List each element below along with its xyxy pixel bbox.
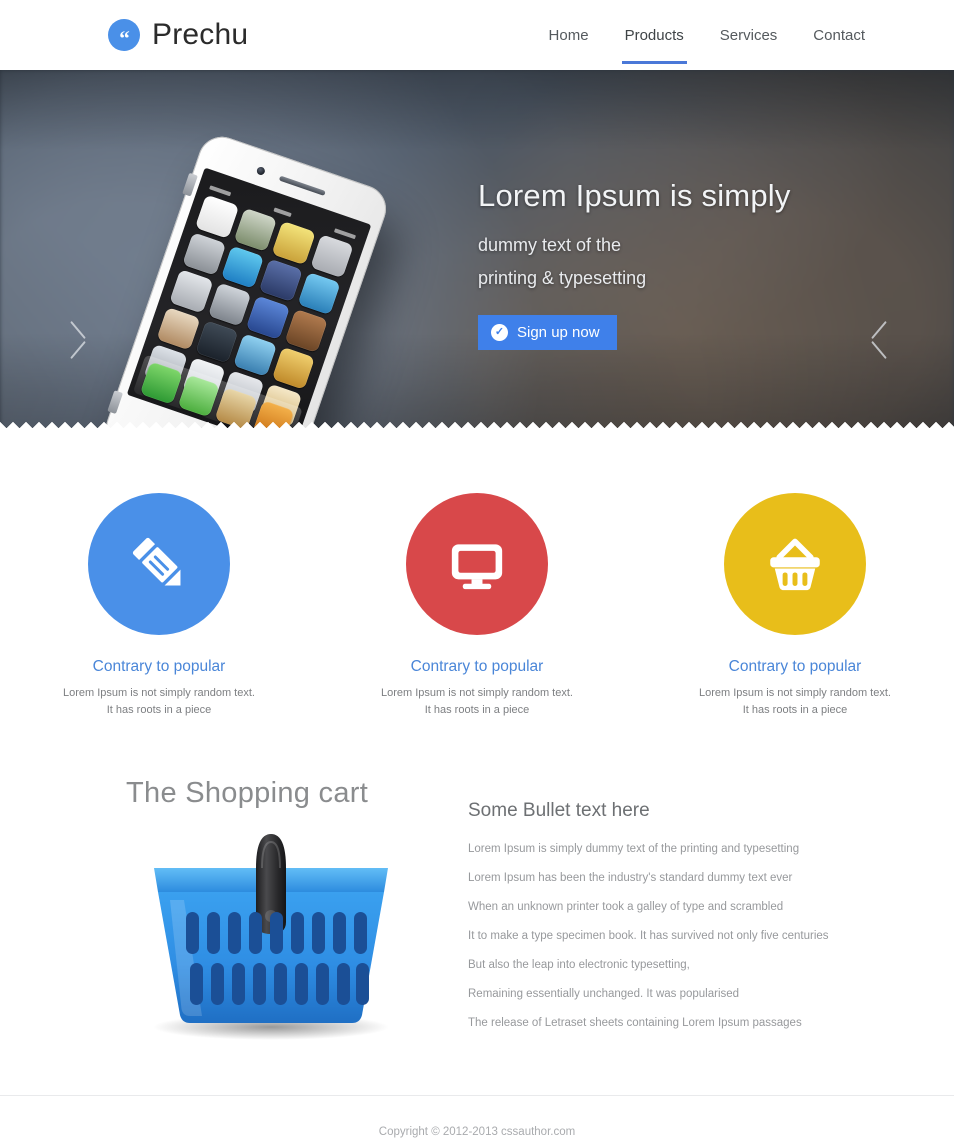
feature-text-2-line-1: Lorem Ipsum is not simply random text. xyxy=(381,686,573,699)
features-section: Contrary to popular Lorem Ipsum is not s… xyxy=(0,435,954,719)
bullet-item: But also the leap into electronic typese… xyxy=(468,958,690,971)
hero-carousel: Lorem Ipsum is simply dummy text of the … xyxy=(0,70,954,435)
zigzag-divider xyxy=(0,422,954,435)
bullet-item: Lorem Ipsum has been the industry's stan… xyxy=(468,871,793,884)
bullet-item: Remaining essentially unchanged. It was … xyxy=(468,987,740,1000)
shopping-cart-left: The Shopping cart xyxy=(0,776,420,1047)
hero-title: Lorem Ipsum is simply xyxy=(478,178,791,213)
brand-name: Prechu xyxy=(152,18,249,51)
feature-card-3: Contrary to popular Lorem Ipsum is not s… xyxy=(636,493,954,719)
shopping-cart-heading: The Shopping cart xyxy=(126,776,369,809)
feature-text-2-line-2: It has roots in a piece xyxy=(424,703,530,716)
quote-glyph: “ xyxy=(119,26,129,50)
hero-subtitle-line-2: printing & typesetting xyxy=(478,267,647,288)
shopping-basket-image xyxy=(126,830,416,1045)
main-navigation: Home Products Services Contact xyxy=(546,0,868,70)
bullet-list-block: Some Bullet text here Lorem Ipsum is sim… xyxy=(420,779,829,1047)
bullet-item: The release of Letraset sheets containin… xyxy=(468,1016,802,1029)
feature-text-1-line-1: Lorem Ipsum is not simply random text. xyxy=(63,686,255,699)
brand-logo[interactable]: “ Prechu xyxy=(108,19,248,51)
bullet-item: Lorem Ipsum is simply dummy text of the … xyxy=(468,842,800,855)
feature-text-3-line-2: It has roots in a piece xyxy=(742,703,848,716)
nav-item-home[interactable]: Home xyxy=(546,6,592,64)
check-circle-icon: ✓ xyxy=(491,324,508,342)
bullet-item: It to make a type specimen book. It has … xyxy=(468,929,829,942)
bullet-item: When an unknown printer took a galley of… xyxy=(468,900,784,913)
nav-item-contact[interactable]: Contact xyxy=(810,6,868,64)
quote-icon: “ xyxy=(108,19,140,51)
feature-title-2: Contrary to popular xyxy=(410,658,544,675)
feature-title-1: Contrary to popular xyxy=(92,658,226,675)
hero-subtitle-line-1: dummy text of the xyxy=(478,234,622,255)
chevron-left-icon[interactable] xyxy=(68,318,94,362)
hero-copy: Lorem Ipsum is simply dummy text of the … xyxy=(478,178,898,351)
nav-item-products[interactable]: Products xyxy=(621,6,687,64)
sign-up-button[interactable]: ✓ Sign up now xyxy=(478,315,617,351)
chevron-right-icon[interactable] xyxy=(866,318,892,362)
phone-screen xyxy=(126,167,372,435)
bullet-list-heading: Some Bullet text here xyxy=(468,799,650,821)
feature-title-3: Contrary to popular xyxy=(728,658,862,675)
pencil-icon xyxy=(88,493,230,635)
sign-up-button-label: Sign up now xyxy=(517,324,600,342)
site-footer: Copyright © 2012-2013 cssauthor.com xyxy=(0,1095,954,1146)
feature-card-1: Contrary to popular Lorem Ipsum is not s… xyxy=(0,493,318,719)
feature-card-2: Contrary to popular Lorem Ipsum is not s… xyxy=(318,493,636,719)
site-header: “ Prechu Home Products Services Contact xyxy=(0,0,954,70)
copyright-text: Copyright © 2012-2013 cssauthor.com xyxy=(378,1126,576,1139)
feature-text-1-line-2: It has roots in a piece xyxy=(106,703,212,716)
feature-text-3-line-1: Lorem Ipsum is not simply random text. xyxy=(699,686,891,699)
basket-icon xyxy=(724,493,866,635)
shopping-cart-section: The Shopping cart Some Bullet text here … xyxy=(0,718,954,1047)
nav-item-services[interactable]: Services xyxy=(717,6,781,64)
monitor-icon xyxy=(406,493,548,635)
